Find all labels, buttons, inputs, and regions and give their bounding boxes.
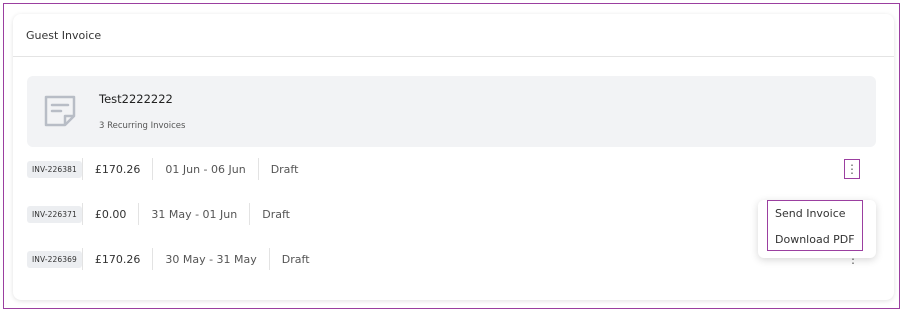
invoice-actions-menu: Send Invoice Download PDF bbox=[758, 200, 876, 258]
invoice-row[interactable]: INV-226369 £170.26 30 May - 31 May Draft bbox=[27, 248, 322, 270]
invoice-amount: £170.26 bbox=[81, 248, 153, 270]
download-pdf-menu-item[interactable]: Download PDF bbox=[767, 227, 863, 251]
summary-title: Test2222222 bbox=[99, 92, 173, 106]
invoice-status: Draft bbox=[268, 248, 322, 270]
invoice-amount: £0.00 bbox=[81, 203, 139, 225]
invoice-date-range: 01 Jun - 06 Jun bbox=[152, 158, 257, 180]
invoice-status: Draft bbox=[257, 158, 311, 180]
recurring-summary: Test2222222 3 Recurring Invoices bbox=[27, 76, 876, 147]
more-options-button[interactable]: ⋮ bbox=[844, 159, 860, 179]
invoice-id-badge: INV-226381 bbox=[27, 160, 82, 178]
invoice-row[interactable]: INV-226381 £170.26 01 Jun - 06 Jun Draft bbox=[27, 158, 310, 180]
invoice-row[interactable]: INV-226371 £0.00 31 May - 01 Jun Draft bbox=[27, 203, 302, 225]
recurring-count: 3 Recurring Invoices bbox=[99, 121, 186, 131]
document-icon bbox=[43, 94, 77, 128]
invoice-date-range: 30 May - 31 May bbox=[152, 248, 268, 270]
invoice-id-badge: INV-226371 bbox=[27, 205, 82, 223]
invoice-date-range: 31 May - 01 Jun bbox=[138, 203, 249, 225]
send-invoice-menu-item[interactable]: Send Invoice bbox=[767, 201, 863, 225]
card-title: Guest Invoice bbox=[13, 14, 894, 57]
page-frame: Guest Invoice Test2222222 3 Recurring In… bbox=[3, 3, 900, 309]
invoice-amount: £170.26 bbox=[81, 158, 153, 180]
invoice-id-badge: INV-226369 bbox=[27, 250, 82, 268]
invoice-status: Draft bbox=[249, 203, 302, 225]
more-vertical-icon: ⋮ bbox=[846, 162, 858, 176]
